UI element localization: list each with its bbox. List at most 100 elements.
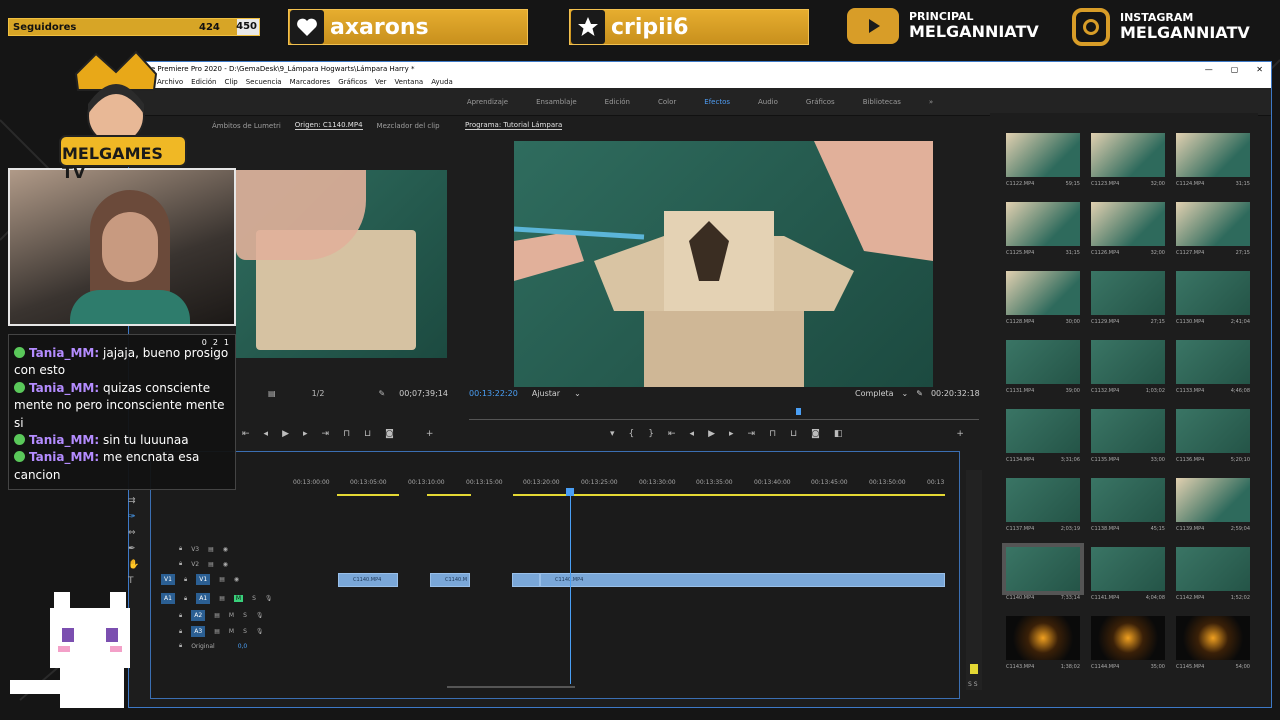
step-back-icon[interactable]: ⇤: [242, 429, 250, 439]
close-icon[interactable]: ✕: [1256, 65, 1263, 74]
menu-ventana[interactable]: Ventana: [394, 78, 423, 86]
chevron-down-icon[interactable]: ⌄: [902, 389, 909, 398]
camera-icon[interactable]: ◙: [811, 429, 820, 439]
timeline-scrollbar[interactable]: [447, 686, 575, 688]
bin-thumbnail[interactable]: C1123.MP4 32;00: [1091, 133, 1165, 187]
step-forward-icon[interactable]: ⇥: [322, 429, 330, 439]
insert-icon[interactable]: ⊓: [343, 429, 350, 439]
timeline-clip[interactable]: [512, 573, 540, 587]
bin-thumbnail[interactable]: C1140.MP4 7;33;14: [1002, 543, 1084, 601]
extract-icon[interactable]: ⊔: [790, 429, 797, 439]
overwrite-icon[interactable]: ⊔: [364, 429, 371, 439]
ws-bibliotecas[interactable]: Bibliotecas: [863, 98, 901, 106]
program-title[interactable]: Programa: Tutorial Lámpara: [465, 121, 563, 130]
razor-icon[interactable]: ⇔: [128, 528, 139, 538]
toggle-sync-icon[interactable]: ▤: [208, 561, 214, 568]
out-point-icon[interactable]: }: [648, 429, 654, 439]
prev-frame-icon[interactable]: ◂: [690, 429, 695, 439]
go-to-in-icon[interactable]: ⇤: [668, 429, 676, 439]
ripple-edit-icon[interactable]: ✑: [128, 512, 139, 522]
track-label[interactable]: A3: [191, 626, 206, 637]
chevron-down-icon[interactable]: ⌄: [574, 389, 581, 398]
ws-color[interactable]: Color: [658, 98, 676, 106]
tab-clip-mixer[interactable]: Mezclador del clip: [377, 122, 440, 130]
marker-icon[interactable]: ▾: [610, 429, 615, 439]
original-value[interactable]: 0,0: [238, 643, 248, 650]
track-label[interactable]: V1: [196, 574, 211, 585]
minimize-icon[interactable]: —: [1205, 65, 1213, 74]
toggle-sync-icon[interactable]: ▤: [219, 595, 225, 602]
lock-icon[interactable]: 🔒︎: [184, 576, 187, 584]
solo-button[interactable]: S: [252, 595, 256, 602]
lock-icon[interactable]: 🔒︎: [184, 595, 187, 603]
lock-icon[interactable]: 🔒︎: [179, 628, 182, 636]
maximize-icon[interactable]: ▢: [1231, 65, 1239, 74]
ws-efectos[interactable]: Efectos: [704, 98, 730, 106]
menu-clip[interactable]: Clip: [225, 78, 238, 86]
in-point-icon[interactable]: {: [629, 429, 635, 439]
ws-ensamblaje[interactable]: Ensamblaje: [536, 98, 577, 106]
bin-thumbnail[interactable]: C1127.MP4 27;15: [1176, 202, 1250, 256]
type-icon[interactable]: T: [128, 576, 139, 586]
quality-dropdown[interactable]: Completa: [855, 389, 894, 398]
bin-thumbnail[interactable]: C1124.MP4 31;15: [1176, 133, 1250, 187]
bin-thumbnail[interactable]: C1125.MP4 31;15: [1006, 202, 1080, 256]
ws-graficos[interactable]: Gráficos: [806, 98, 835, 106]
lock-icon[interactable]: 🔒︎: [179, 560, 182, 568]
mute-button[interactable]: M: [233, 595, 244, 602]
wrench-icon[interactable]: ✎: [916, 389, 923, 398]
ws-audio[interactable]: Audio: [758, 98, 778, 106]
source-patch-v1[interactable]: V1: [161, 574, 175, 585]
bin-thumbnail[interactable]: C1141.MP4 4;04;08: [1091, 547, 1165, 601]
fit-dropdown[interactable]: Ajustar: [532, 389, 560, 398]
menu-ayuda[interactable]: Ayuda: [431, 78, 453, 86]
bin-thumbnail[interactable]: C1142.MP4 1;52;02: [1176, 547, 1250, 601]
tab-lumetri[interactable]: Ámbitos de Lumetri: [212, 122, 281, 130]
source-settings-icon[interactable]: ▤: [268, 389, 276, 398]
eye-icon[interactable]: ◉: [223, 561, 228, 568]
track-label[interactable]: A2: [191, 610, 206, 621]
program-playhead[interactable]: [796, 408, 801, 415]
bin-thumbnail[interactable]: C1135.MP4 33;00: [1091, 409, 1165, 463]
camera-icon[interactable]: ◙: [385, 429, 394, 439]
solo-button[interactable]: S: [243, 612, 247, 619]
bin-thumbnail[interactable]: C1134.MP4 3;31;06: [1006, 409, 1080, 463]
bin-thumbnail[interactable]: C1131.MP4 39;00: [1006, 340, 1080, 394]
add-button-icon[interactable]: +: [956, 429, 964, 439]
bin-thumbnail[interactable]: C1145.MP4 54;00: [1176, 616, 1250, 670]
lock-icon[interactable]: 🔒︎: [179, 545, 182, 553]
bin-thumbnail[interactable]: C1143.MP4 1;38;02: [1006, 616, 1080, 670]
timeline-clip[interactable]: C1140.MP4: [540, 573, 945, 587]
menu-secuencia[interactable]: Secuencia: [246, 78, 282, 86]
timeline-clip[interactable]: C1140.MP4: [338, 573, 398, 587]
menu-ver[interactable]: Ver: [375, 78, 386, 86]
program-scrub-bar[interactable]: [469, 419, 979, 420]
bin-thumbnail[interactable]: C1139.MP4 2;59;04: [1176, 478, 1250, 532]
source-zoom[interactable]: 1/2: [312, 389, 325, 398]
track-label[interactable]: A1: [196, 593, 211, 604]
bin-thumbnail[interactable]: C1129.MP4 27;15: [1091, 271, 1165, 325]
bin-thumbnail[interactable]: C1137.MP4 2;03;19: [1006, 478, 1080, 532]
hand-icon[interactable]: ✋: [128, 560, 139, 570]
menu-marcadores[interactable]: Marcadores: [290, 78, 331, 86]
bin-thumbnail[interactable]: C1132.MP4 1;03;02: [1091, 340, 1165, 394]
bin-thumbnail[interactable]: C1126.MP4 32;00: [1091, 202, 1165, 256]
toggle-sync-icon[interactable]: ▤: [214, 612, 220, 619]
play-icon[interactable]: ▶: [282, 429, 289, 439]
toggle-sync-icon[interactable]: ▤: [208, 546, 214, 553]
toggle-sync-icon[interactable]: ▤: [214, 628, 220, 635]
mic-icon[interactable]: 🎙︎: [256, 628, 264, 635]
toggle-sync-icon[interactable]: ▤: [219, 576, 225, 583]
eye-icon[interactable]: ◉: [223, 546, 228, 553]
bin-thumbnail[interactable]: C1144.MP4 35;00: [1091, 616, 1165, 670]
play-icon[interactable]: ▶: [708, 429, 715, 439]
pen-icon[interactable]: ✒: [128, 544, 139, 554]
timeline-ruler[interactable]: 00:13:00:00 00:13:05:00 00:13:10:00 00:1…: [293, 479, 953, 489]
mute-button[interactable]: M: [229, 612, 234, 619]
bin-thumbnail[interactable]: C1133.MP4 4;46;08: [1176, 340, 1250, 394]
go-to-out-icon[interactable]: ⇥: [748, 429, 756, 439]
playhead-handle[interactable]: [566, 488, 574, 496]
track-select-icon[interactable]: ⇉: [128, 496, 139, 506]
menu-graficos[interactable]: Gráficos: [338, 78, 367, 86]
bin-thumbnail[interactable]: C1130.MP4 2;41;04: [1176, 271, 1250, 325]
